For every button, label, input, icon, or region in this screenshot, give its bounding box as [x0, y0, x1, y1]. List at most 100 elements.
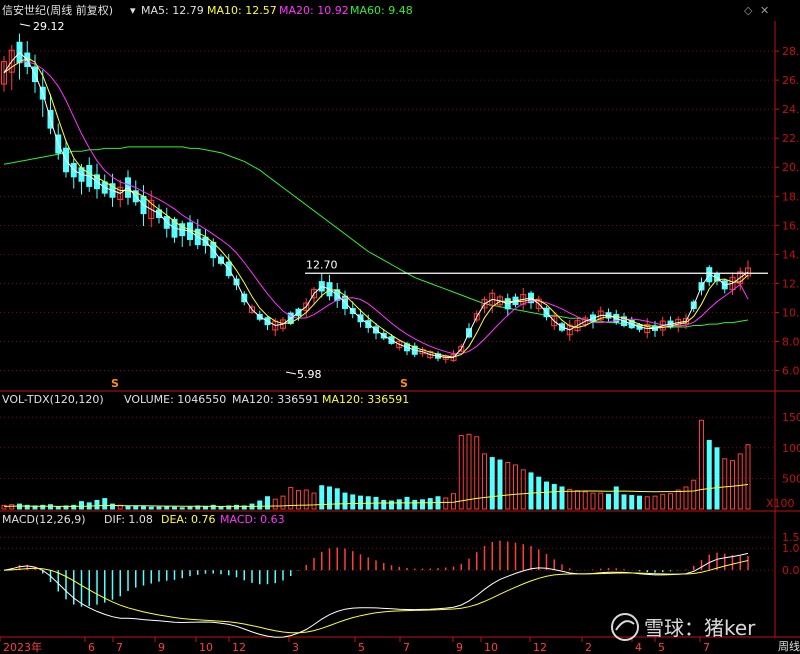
macd-header: MACD(12,26,9) DIF: 1.08 DEA: 0.76 MACD: …: [2, 513, 285, 526]
ma20-line: [3, 61, 749, 355]
resistance-line-label: 12.70: [306, 258, 338, 271]
volume-bar: [528, 472, 534, 510]
ma60-value: MA60: 9.48: [350, 4, 413, 17]
volume-bar: [714, 447, 720, 510]
volume-bar: [567, 488, 573, 510]
high-price-label: 29.12: [33, 20, 65, 33]
volume-bar: [629, 495, 635, 510]
time-tick-label: 2: [585, 641, 592, 654]
volume-bar: [17, 503, 22, 510]
volume-bar: [489, 457, 495, 510]
volume-bar: [94, 499, 100, 510]
volume-tick-label: 1500: [782, 411, 800, 424]
dropdown-arrow-icon[interactable]: ▾: [130, 4, 136, 17]
volume-ma120-value: MA120: 336591: [232, 393, 319, 406]
price-tick-label: 20.0: [782, 161, 800, 174]
volume-bar: [389, 500, 394, 510]
volume-bar: [257, 500, 263, 510]
volume-bar: [443, 497, 449, 510]
volume-bar: [699, 419, 704, 510]
ma5-value: MA5: 12.79: [141, 4, 204, 17]
volume-bar: [303, 489, 309, 510]
volume-bar: [458, 435, 464, 510]
price-tick-label: 28.0: [782, 45, 800, 58]
volume-bar: [234, 504, 239, 510]
volume-bar: [350, 494, 356, 510]
volume-bar: [606, 493, 611, 510]
diamond-icon[interactable]: ◇: [744, 4, 753, 17]
time-tick-label: 7: [403, 641, 410, 654]
volume-bar: [210, 504, 216, 510]
volume-bar: [164, 506, 170, 510]
time-tick-label: 4: [635, 641, 642, 654]
volume-axis: 500 1000 1500: [782, 411, 800, 485]
low-price-label: 5.98: [297, 368, 322, 381]
period-label[interactable]: 周线: [778, 639, 800, 653]
volume-bar: [559, 486, 565, 510]
price-tick-label: 16.0: [782, 219, 800, 232]
volume-bar: [265, 496, 270, 510]
time-tick-label: 9: [456, 641, 463, 654]
dif-value: DIF: 1.08: [104, 513, 153, 526]
volume-bar: [110, 503, 115, 510]
volume-tick-label: 1000: [782, 442, 800, 455]
volume-bar: [520, 469, 526, 510]
volume-bar: [156, 506, 162, 510]
volume-bar: [396, 499, 402, 510]
volume-bar: [660, 493, 666, 510]
time-tick-label: 10: [199, 641, 213, 654]
price-header: 信安世纪(周线 前复权) ▾ MA5: 12.79 MA10: 12.57 MA…: [2, 3, 769, 17]
price-grid: [0, 50, 775, 371]
volume-bar: [621, 494, 627, 510]
volume-bar: [722, 458, 728, 510]
ma5-line: [3, 51, 749, 358]
price-tick-label: 24.0: [782, 103, 800, 116]
time-tick-label: 12: [232, 641, 246, 654]
volume-bar: [505, 461, 511, 510]
watermark-text: 雪球：猪ker: [644, 616, 756, 640]
time-tick-label: 3: [292, 641, 299, 654]
volume-bar: [482, 453, 487, 510]
dea-value: DEA: 0.76: [161, 513, 215, 526]
volume-bar: [218, 506, 224, 510]
volume-bar: [730, 460, 735, 510]
volume-bar: [613, 486, 619, 510]
volume-bar: [497, 459, 503, 510]
volume-ma120-value-2: MA120: 336591: [322, 393, 409, 406]
macd-value: MACD: 0.63: [220, 513, 285, 526]
volume-bar: [582, 491, 588, 510]
volume-bar: [652, 495, 658, 510]
price-tick-label: 6.0: [782, 365, 800, 378]
volume-bar: [590, 492, 596, 510]
price-tick-label: 14.0: [782, 248, 800, 261]
volume-bar: [311, 492, 317, 510]
price-tick-label: 18.0: [782, 190, 800, 203]
macd-tick-label: 0.0: [782, 564, 800, 577]
volume-bar: [675, 489, 681, 510]
ma20-value: MA20: 10.92: [279, 4, 349, 17]
close-icon[interactable]: ✕: [760, 4, 769, 17]
stock-title: 信安世纪(周线 前复权): [2, 3, 113, 17]
volume-bar: [598, 492, 604, 510]
time-tick-label: 9: [158, 641, 165, 654]
volume-bar: [420, 499, 425, 510]
price-tick-label: 10.0: [782, 306, 800, 319]
volume-tick-label: 500: [782, 472, 800, 485]
trade-marker-s2[interactable]: S: [400, 377, 408, 390]
volume-bar: [125, 506, 131, 510]
macd-tick-label: 1.5: [782, 531, 800, 544]
volume-bar: [179, 507, 185, 510]
ma10-value: MA10: 12.57: [207, 4, 277, 17]
volume-bar: [9, 504, 15, 510]
ma60-line: [3, 146, 749, 328]
volume-bar: [133, 505, 139, 510]
volume-bars: [1, 419, 751, 510]
volume-grid: [0, 416, 775, 479]
price-tick-label: 8.0: [782, 336, 800, 349]
volume-bar: [745, 444, 751, 510]
time-axis: 2023年 6 7 9 10 12 3 5 7 9 10 12 2 4 5 7: [0, 637, 710, 654]
volume-bar: [141, 506, 146, 510]
trade-marker-s1[interactable]: S: [111, 377, 119, 390]
watermark: 雪球：猪ker: [611, 613, 756, 641]
volume-bar: [280, 495, 286, 510]
